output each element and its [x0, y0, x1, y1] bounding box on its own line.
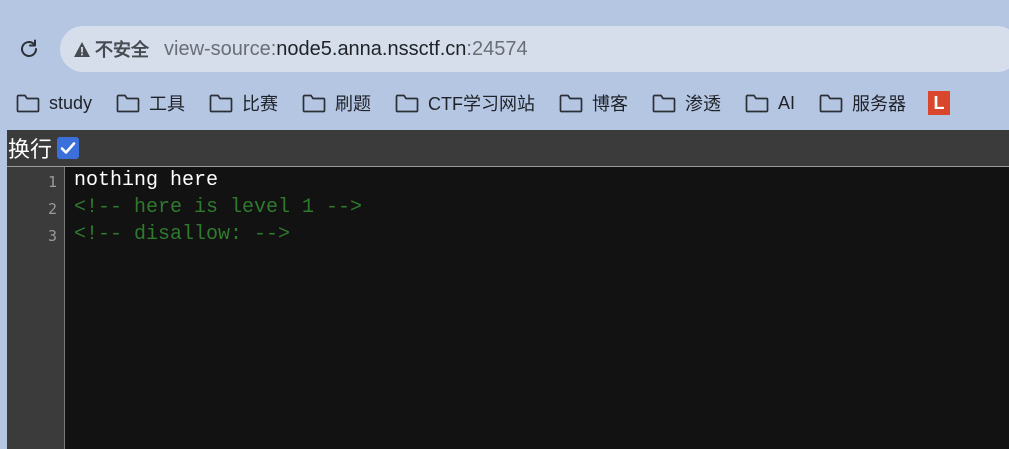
line-wrap-bar: 换行 [7, 130, 1009, 167]
url-port: :24574 [466, 37, 528, 60]
view-source-page: 换行 1 2 3 nothing here <!-- here is level 1 … [7, 130, 1009, 449]
line-number: 3 [47, 227, 57, 245]
line-number-gutter: 1 2 3 [7, 167, 65, 449]
bookmark-label: study [49, 92, 93, 113]
line-wrap-label: 换行 [8, 137, 53, 162]
browser-toolbar: 不安全 view-source:node5.anna.nssctf.cn:245… [0, 0, 1009, 130]
bookmark-label: 博客 [592, 94, 629, 114]
reload-icon[interactable] [14, 34, 44, 64]
bookmark-folder[interactable]: 服务器 [819, 90, 906, 116]
bookmark-label: 工具 [149, 94, 186, 114]
bookmark-folder[interactable]: AI [745, 93, 795, 114]
folder-icon [395, 93, 419, 113]
folder-icon [559, 93, 583, 113]
bookmark-folder[interactable]: CTF学习网站 [395, 90, 535, 116]
folder-icon [209, 93, 233, 113]
bookmark-folder[interactable]: 工具 [116, 90, 185, 116]
folder-icon [652, 93, 676, 113]
folder-icon [745, 93, 769, 113]
source-line: <!-- here is level 1 --> [74, 196, 363, 219]
bookmark-label: CTF学习网站 [428, 94, 536, 114]
bookmark-overflow-favicon[interactable]: L [928, 91, 951, 115]
warning-icon[interactable] [73, 40, 91, 58]
bookmark-folder[interactable]: 比赛 [209, 90, 278, 116]
line-wrap-checkbox[interactable] [57, 137, 80, 159]
folder-icon [819, 93, 843, 113]
folder-icon [302, 93, 326, 113]
folder-icon [16, 93, 40, 113]
bookmark-label: 渗透 [685, 94, 722, 114]
bookmark-folder[interactable]: 渗透 [652, 90, 721, 116]
bookmark-label: 刷题 [335, 94, 372, 114]
url-text[interactable]: view-source:node5.anna.nssctf.cn:24574 [164, 38, 528, 61]
security-status-label[interactable]: 不安全 [95, 36, 149, 62]
source-line: <!-- disallow: --> [74, 223, 291, 246]
line-number: 1 [47, 173, 57, 191]
bookmark-folder[interactable]: 博客 [559, 90, 628, 116]
address-bar[interactable]: 不安全 view-source:node5.anna.nssctf.cn:245… [60, 26, 1009, 72]
bookmarks-bar: study 工具 比赛 刷题 CTF学习网站 博客 渗透 AI 服务器 L [16, 86, 951, 120]
bookmark-label: 比赛 [242, 94, 279, 114]
url-prefix: view-source: [164, 37, 277, 60]
checkmark-icon [60, 142, 76, 154]
bookmark-folder[interactable]: study [16, 93, 92, 114]
bookmark-label: 服务器 [852, 94, 907, 114]
url-host: node5.anna.nssctf.cn [276, 37, 467, 60]
line-number: 2 [47, 200, 57, 218]
folder-icon [116, 93, 140, 113]
source-line: nothing here [74, 169, 219, 192]
bookmark-label: AI [778, 92, 796, 113]
bookmark-folder[interactable]: 刷题 [302, 90, 371, 116]
